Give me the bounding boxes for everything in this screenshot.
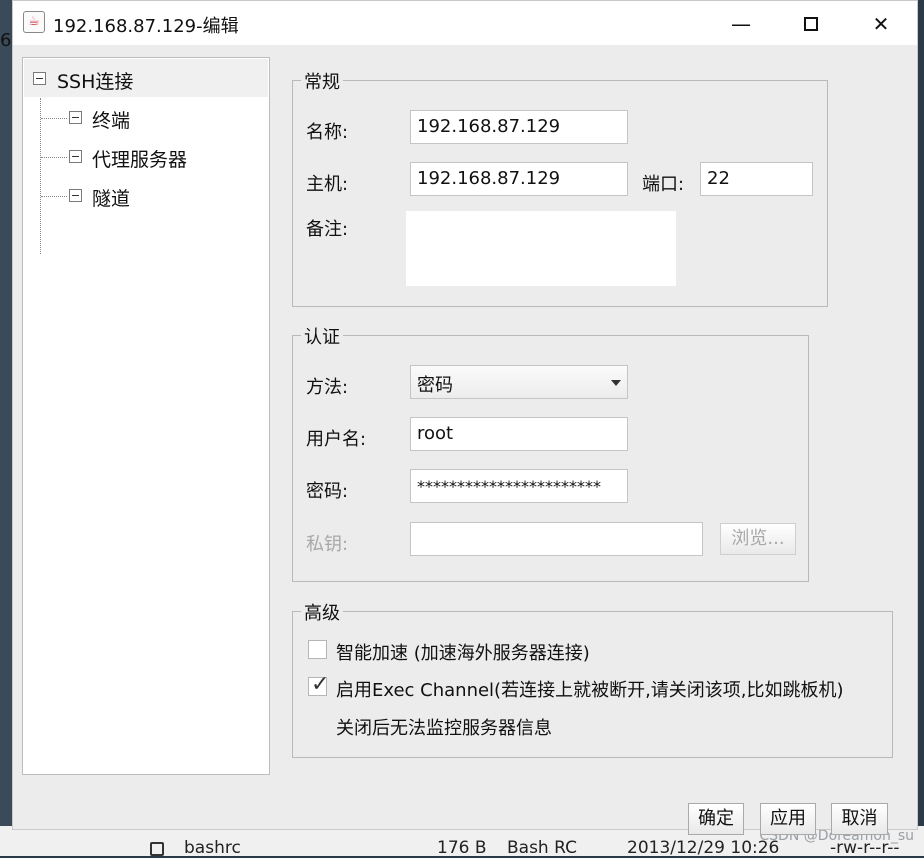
host-label: 主机: [306, 174, 349, 195]
tree-item-label: SSH连接 [57, 71, 134, 93]
password-input[interactable]: *********************** [410, 469, 628, 503]
java-app-icon: ☕ [23, 11, 45, 33]
password-label: 密码: [306, 481, 349, 502]
tree-item-ssh[interactable]: SSH连接 [24, 59, 268, 97]
minimize-button[interactable]: — [721, 9, 761, 39]
window-title: 192.168.87.129-编辑 [53, 16, 239, 37]
advanced-group: 高级 智能加速 (加速海外服务器连接) ✓ 启用Exec Channel(若连接… [292, 599, 893, 758]
tree-item-label: 代理服务器 [92, 149, 188, 171]
tree-item-label: 隧道 [92, 188, 131, 210]
collapse-icon[interactable] [69, 111, 82, 124]
cancel-button[interactable]: 取消 [831, 803, 888, 835]
close-button[interactable]: ✕ [861, 9, 901, 39]
edit-session-dialog: ☕ 192.168.87.129-编辑 — ✕ SSH连接 终端 代理服务器 隧… [12, 0, 918, 835]
private-key-label: 私钥: [306, 534, 349, 555]
method-select[interactable]: 密码 [410, 365, 628, 399]
note-label: 备注: [306, 219, 349, 240]
tree-connector [41, 196, 67, 197]
collapse-icon[interactable] [69, 189, 82, 202]
private-key-input[interactable] [410, 522, 703, 556]
maximize-icon [804, 17, 818, 31]
file-icon [150, 842, 164, 856]
checkmark-icon: ✓ [311, 672, 330, 697]
group-title: 认证 [301, 323, 343, 349]
background-desktop [0, 0, 12, 856]
group-title: 常规 [301, 68, 343, 94]
general-group: 常规 名称: 192.168.87.129 主机: 192.168.87.129… [292, 68, 828, 307]
exec-channel-checkbox[interactable]: ✓ [308, 672, 329, 697]
dropdown-arrow-icon [611, 380, 621, 386]
file-date: 2013/12/29 10:26 [627, 838, 780, 858]
name-label: 名称: [306, 122, 349, 143]
note-textarea[interactable] [406, 211, 676, 286]
browse-button[interactable]: 浏览... [720, 523, 796, 555]
collapse-icon[interactable] [33, 72, 46, 85]
tree-connector [40, 98, 41, 254]
host-input[interactable]: 192.168.87.129 [410, 162, 628, 196]
smart-accel-label[interactable]: 智能加速 (加速海外服务器连接) [336, 639, 590, 665]
username-input[interactable]: root [410, 417, 628, 451]
tree-item-label: 终端 [92, 110, 131, 132]
title-bar[interactable]: ☕ 192.168.87.129-编辑 — ✕ [13, 1, 917, 45]
smart-accel-checkbox[interactable] [308, 640, 327, 659]
file-size: 176 B [437, 838, 487, 858]
name-input[interactable]: 192.168.87.129 [410, 110, 628, 144]
background-text: 6 [0, 30, 12, 51]
tree-connector [41, 157, 67, 158]
exec-channel-note: 关闭后无法监控服务器信息 [336, 718, 552, 739]
port-input[interactable]: 22 [700, 162, 813, 196]
group-title: 高级 [301, 599, 343, 625]
apply-button[interactable]: 应用 [760, 803, 816, 835]
port-label: 端口: [642, 174, 685, 195]
auth-group: 认证 方法: 密码 用户名: root 密码: ****************… [292, 323, 809, 582]
maximize-button[interactable] [791, 9, 831, 39]
method-label: 方法: [306, 377, 349, 398]
tree-connector [41, 118, 67, 119]
collapse-icon[interactable] [69, 150, 82, 163]
ok-button[interactable]: 确定 [688, 803, 744, 835]
file-name: bashrc [184, 838, 241, 858]
username-label: 用户名: [306, 429, 367, 450]
file-type: Bash RC [507, 838, 577, 858]
exec-channel-label[interactable]: 启用Exec Channel(若连接上就被断开,请关闭该项,比如跳板机) [336, 676, 844, 702]
settings-tree: SSH连接 终端 代理服务器 隧道 [22, 57, 270, 775]
method-value: 密码 [417, 375, 453, 396]
